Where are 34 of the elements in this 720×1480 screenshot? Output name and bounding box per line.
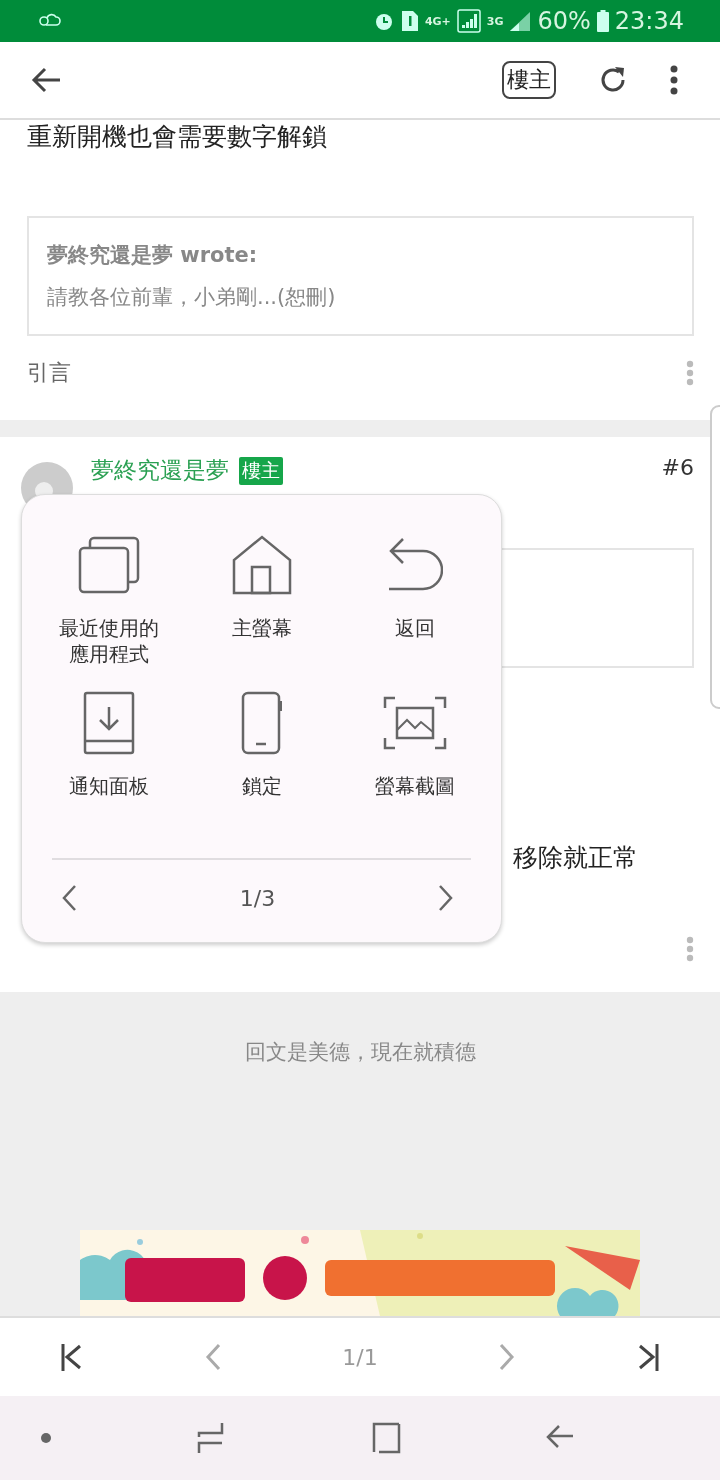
network-label: 3G bbox=[486, 15, 504, 28]
sim-card-icon bbox=[400, 10, 419, 32]
op-badge: 樓主 bbox=[239, 456, 283, 485]
download-tray-icon bbox=[82, 691, 135, 755]
page-indicator: 1/3 bbox=[239, 885, 276, 911]
battery-level: 60% bbox=[537, 7, 591, 35]
menu-item[interactable]: 主螢幕 bbox=[231, 533, 292, 667]
floor-number: #6 bbox=[661, 455, 694, 480]
home-icon bbox=[231, 533, 292, 597]
first-page-icon[interactable] bbox=[60, 1342, 84, 1372]
menu-item[interactable]: 通知面板 bbox=[68, 691, 149, 799]
phone-icon bbox=[240, 691, 283, 755]
clock: 23:34 bbox=[614, 7, 684, 35]
home-icon[interactable] bbox=[370, 1422, 401, 1454]
menu-item[interactable]: 最近使用的應用程式 bbox=[56, 533, 161, 667]
quote-text: 請教各位前輩，小弟剛...(恕刪) bbox=[47, 284, 337, 311]
op-filter-button[interactable]: 樓主 bbox=[502, 61, 556, 99]
previous-page-icon[interactable] bbox=[60, 883, 78, 913]
dot-icon[interactable] bbox=[40, 1432, 52, 1444]
signal-icon bbox=[456, 9, 481, 33]
menu-item[interactable]: 鎖定 bbox=[240, 691, 283, 799]
next-page-icon[interactable] bbox=[437, 883, 455, 913]
menu-item[interactable]: 返回 bbox=[386, 533, 443, 667]
page-indicator: 1/1 bbox=[342, 1344, 378, 1370]
back-arrow-icon[interactable] bbox=[30, 66, 62, 94]
signal-icon bbox=[509, 11, 532, 31]
post-text: 重新開機也會需要數字解鎖 bbox=[27, 121, 328, 153]
network-label: 4G+ bbox=[424, 15, 451, 28]
menu-item[interactable]: 螢幕截圖 bbox=[374, 691, 455, 799]
more-options-icon[interactable] bbox=[670, 65, 678, 95]
quote-author: 夢終究還是夢 wrote: bbox=[47, 242, 259, 269]
battery-icon bbox=[596, 10, 609, 32]
post-text: 移除就正常 bbox=[513, 843, 638, 872]
quote-link[interactable]: 引言 bbox=[27, 358, 71, 388]
